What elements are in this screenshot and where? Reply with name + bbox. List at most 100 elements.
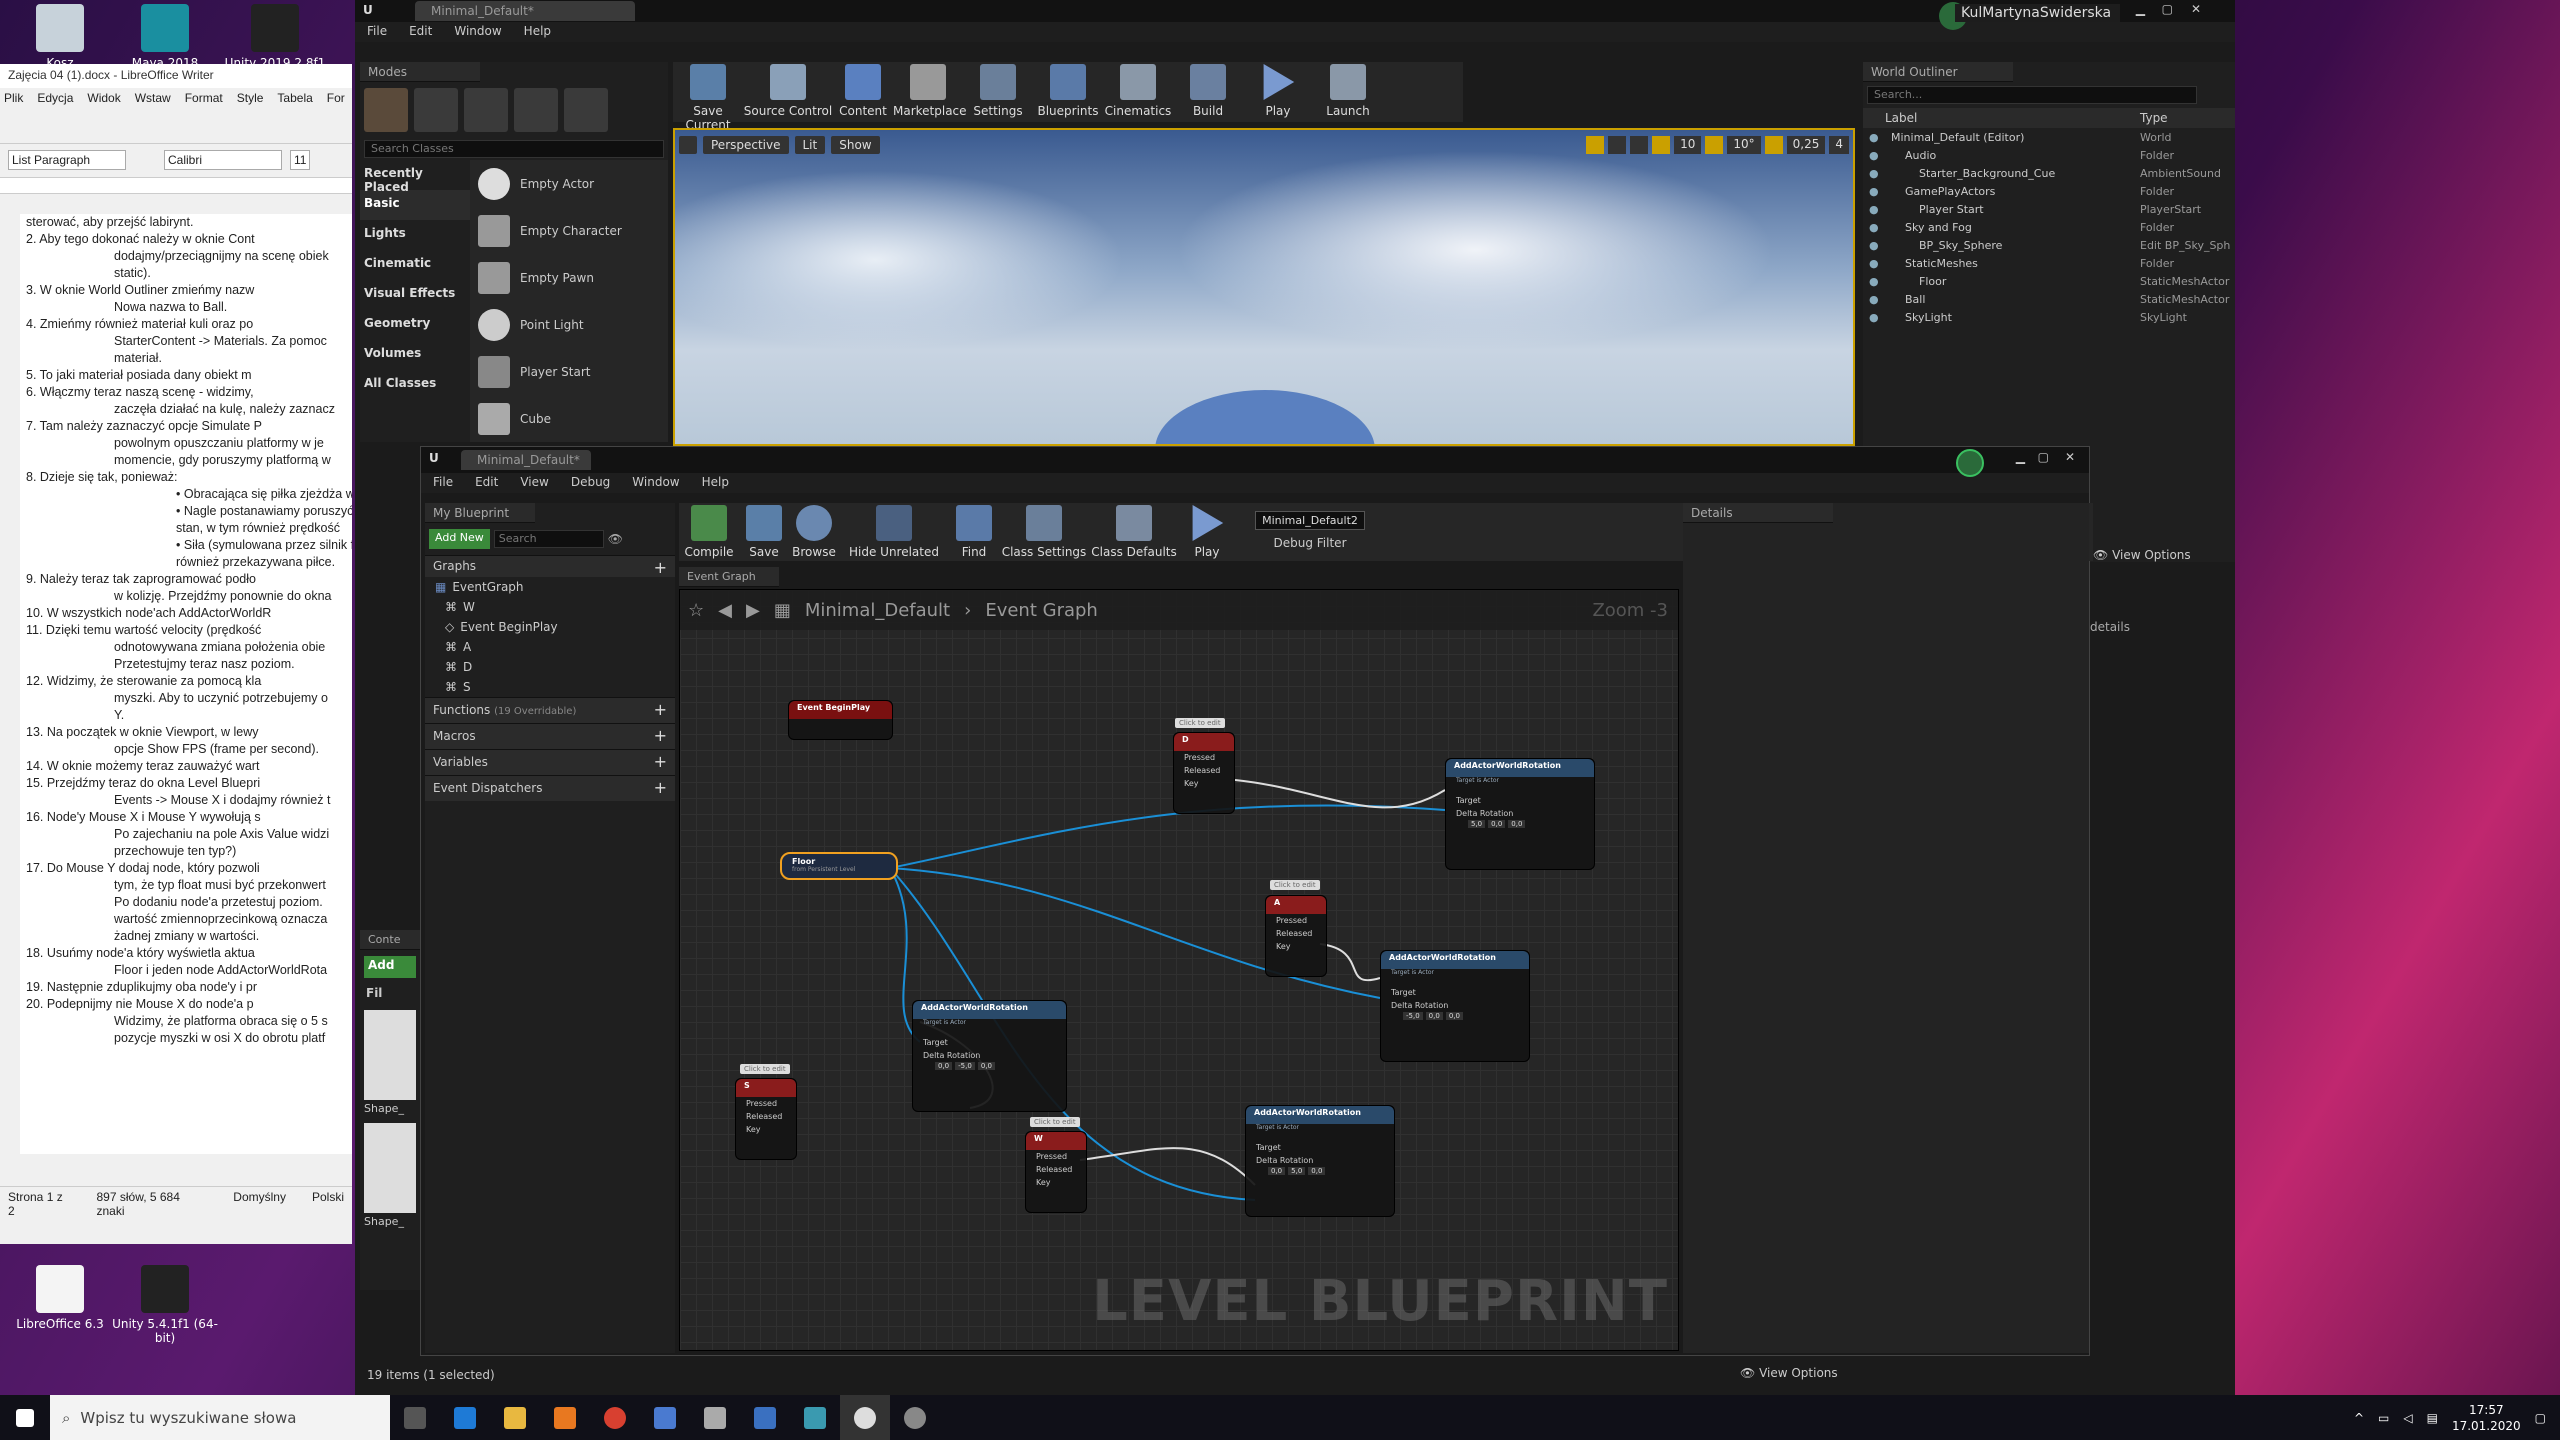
clock[interactable]: 17:57 17.01.2020 <box>2452 1402 2521 1434</box>
ue-menu-item[interactable]: File <box>367 24 387 40</box>
details-tab[interactable]: Details <box>1683 503 1833 523</box>
writer-menu-item[interactable]: Format <box>185 91 223 107</box>
outliner-row[interactable]: ● BP_Sky_Sphere Edit BP_Sky_Sph <box>1863 236 2235 254</box>
event-dispatchers-section[interactable]: Event Dispatchers + <box>425 775 675 801</box>
outliner-row[interactable]: ● Audio Folder <box>1863 146 2235 164</box>
unreal-taskbar-button[interactable] <box>840 1395 890 1440</box>
perspective-button[interactable]: Perspective <box>703 136 789 154</box>
event-beginplay-node[interactable]: Event BeginPlay <box>788 700 893 740</box>
category-basic[interactable]: Basic <box>360 190 470 220</box>
graph-event-s[interactable]: ⌘ S <box>425 677 675 697</box>
category-geometry[interactable]: Geometry <box>360 310 470 340</box>
chrome-button[interactable] <box>590 1395 640 1440</box>
add-function-icon[interactable]: + <box>654 700 667 719</box>
search-classes-input[interactable]: Search Classes <box>364 140 664 158</box>
rotate-icon[interactable] <box>1608 136 1627 154</box>
add-macro-icon[interactable]: + <box>654 726 667 745</box>
graphs-section[interactable]: Graphs + <box>425 555 675 577</box>
translate-icon[interactable] <box>1586 136 1605 154</box>
add-actor-world-rotation-node[interactable]: AddActorWorldRotation Target is Actor Ta… <box>1445 758 1595 870</box>
blueprints-button[interactable]: Blueprints <box>1033 62 1103 118</box>
taskbar-search[interactable]: ⌕ Wpisz tu wyszukiwane słowa <box>50 1395 390 1440</box>
input-key-s-node[interactable]: S Pressed Released Key <box>735 1078 797 1160</box>
filters-button[interactable]: Fil <box>364 984 416 1002</box>
rotation-x-field[interactable]: -5,0 <box>1403 1012 1423 1020</box>
comment-bubble[interactable]: Click to edit <box>1175 718 1225 728</box>
chevron-up-icon[interactable]: ^ <box>2354 1411 2364 1425</box>
event-graph-tab[interactable]: Event Graph <box>679 567 779 587</box>
rotation-y-field[interactable]: 0,0 <box>1488 820 1506 828</box>
level-viewport[interactable]: Perspective Lit Show 10 10° 0,25 4 <box>673 128 1855 446</box>
macros-section[interactable]: Macros + <box>425 723 675 749</box>
outliner-row[interactable]: ● GamePlayActors Folder <box>1863 182 2235 200</box>
minimize-icon[interactable]: ▁ <box>2136 2 2145 16</box>
place-item[interactable]: Empty Actor <box>470 160 668 207</box>
launch-button[interactable]: Launch <box>1313 62 1383 118</box>
writer-menu-item[interactable]: For <box>327 91 345 107</box>
bp-level-tab[interactable]: Minimal_Default* <box>461 450 591 470</box>
desktop-icon-libreoffice[interactable]: LibreOffice 6.3 <box>0 1265 120 1331</box>
add-actor-world-rotation-node[interactable]: AddActorWorldRotation Target is Actor Ta… <box>1380 950 1530 1062</box>
rotation-z-field[interactable]: 0,0 <box>1508 820 1526 828</box>
rotation-z-field[interactable]: 0,0 <box>1445 1012 1463 1020</box>
place-item[interactable]: Empty Pawn <box>470 254 668 301</box>
show-button[interactable]: Show <box>831 136 880 154</box>
place-item[interactable]: Cube <box>470 395 668 442</box>
visibility-eye-icon[interactable]: ● <box>1863 257 1885 270</box>
browse-button[interactable]: Browse <box>789 503 839 559</box>
hide-unrelated-button[interactable]: Hide Unrelated <box>839 503 949 559</box>
place-item[interactable]: Empty Character <box>470 207 668 254</box>
close-icon[interactable]: ✕ <box>2065 450 2075 464</box>
rotation-snap-icon[interactable] <box>1705 136 1724 154</box>
mail-button[interactable] <box>690 1395 740 1440</box>
input-key-w-node[interactable]: W Pressed Released Key <box>1025 1131 1087 1213</box>
add-actor-world-rotation-node[interactable]: AddActorWorldRotation Target is Actor Ta… <box>912 1000 1067 1112</box>
bp-menu-item[interactable]: View <box>520 475 548 491</box>
font-size-select[interactable]: 11 <box>290 150 310 170</box>
bp-menu-item[interactable]: File <box>433 475 453 491</box>
view-options-button[interactable]: 👁 View Options <box>2085 540 2230 580</box>
world-outliner-tab[interactable]: World Outliner <box>1863 62 2013 82</box>
rotation-snap-value[interactable]: 10° <box>1727 136 1761 154</box>
outliner-row[interactable]: ● StaticMeshes Folder <box>1863 254 2235 272</box>
marketplace-button[interactable]: Marketplace <box>893 62 967 118</box>
desktop-icon-recycle-bin[interactable]: Kosz <box>0 4 120 70</box>
outliner-row[interactable]: ● Floor StaticMeshActor <box>1863 272 2235 290</box>
eye-icon[interactable]: 👁 <box>608 532 623 546</box>
grid-size[interactable]: 10 <box>1674 136 1702 154</box>
camera-speed[interactable]: 4 <box>1829 136 1849 154</box>
class-settings-button[interactable]: Class Settings <box>999 503 1089 559</box>
close-icon[interactable]: ✕ <box>2191 2 2201 16</box>
comment-bubble[interactable]: Click to edit <box>740 1064 790 1074</box>
explorer-button[interactable] <box>490 1395 540 1440</box>
variables-section[interactable]: Variables + <box>425 749 675 775</box>
visibility-eye-icon[interactable]: ● <box>1863 221 1885 234</box>
viewport-menu-icon[interactable] <box>679 136 697 154</box>
rotation-z-field[interactable]: 0,0 <box>1308 1167 1326 1175</box>
ue-menu-item[interactable]: Window <box>454 24 501 40</box>
writer-menu-item[interactable]: Plik <box>4 91 23 107</box>
notification-icon[interactable]: ▢ <box>2535 1411 2546 1425</box>
blueprint-search-input[interactable]: Search <box>493 530 604 548</box>
content-button[interactable]: Content <box>833 62 893 118</box>
source-control-button[interactable]: Source Control <box>743 62 833 118</box>
visibility-eye-icon[interactable]: ● <box>1863 203 1885 216</box>
comment-bubble[interactable]: Click to edit <box>1270 880 1320 890</box>
category-recently-placed[interactable]: Recently Placed <box>360 160 470 194</box>
outliner-row[interactable]: ● Player Start PlayerStart <box>1863 200 2235 218</box>
input-key-d-node[interactable]: D Pressed Released Key <box>1173 732 1235 814</box>
category-lights[interactable]: Lights <box>360 220 470 250</box>
landscape-mode-icon[interactable] <box>464 88 508 132</box>
store-button[interactable] <box>640 1395 690 1440</box>
save-current-button[interactable]: Save Current <box>673 62 743 132</box>
bp-play-button[interactable]: Play <box>1179 503 1235 559</box>
visibility-eye-icon[interactable]: ● <box>1863 293 1885 306</box>
build-button[interactable]: Build <box>1173 62 1243 118</box>
writer-menu-item[interactable]: Tabela <box>277 91 312 107</box>
start-button[interactable] <box>0 1395 50 1440</box>
visibility-eye-icon[interactable]: ● <box>1863 131 1885 144</box>
find-button[interactable]: Find <box>949 503 999 559</box>
task-view-button[interactable] <box>390 1395 440 1440</box>
geometry-mode-icon[interactable] <box>564 88 608 132</box>
rotation-y-field[interactable]: -5,0 <box>955 1062 975 1070</box>
